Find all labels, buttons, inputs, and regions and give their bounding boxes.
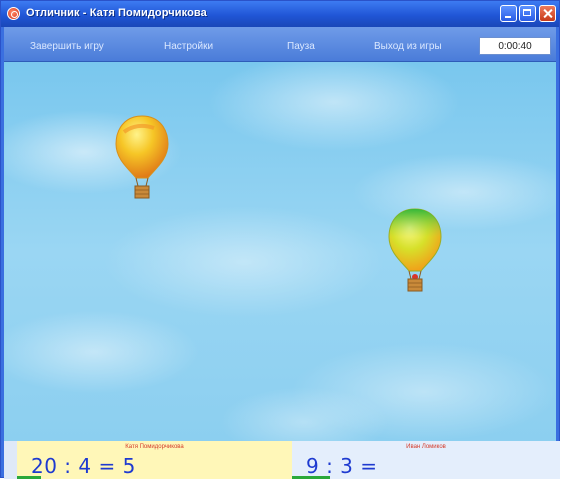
panel-left-strip (4, 441, 17, 479)
player-panel-1: Катя Помидорчикова 20 : 4 = 5 (17, 441, 292, 479)
player-expression: 20 : 4 = 5 (31, 454, 136, 478)
app-icon (7, 7, 20, 20)
green-balloon[interactable] (387, 207, 443, 299)
title-bar[interactable]: Отличник - Катя Помидорчикова (1, 1, 559, 27)
exit-game-button[interactable]: Выход из игры (374, 41, 442, 52)
score-panel: Катя Помидорчикова 20 : 4 = 5 Иван Ломик… (4, 441, 560, 479)
player-name: Катя Помидорчикова (125, 444, 184, 450)
maximize-button[interactable] (519, 5, 536, 22)
minimize-button[interactable] (500, 5, 517, 22)
player-panel-2: Иван Ломиков 9 : 3 = (292, 441, 560, 479)
player-name: Иван Ломиков (406, 444, 446, 450)
player-expression: 9 : 3 = (306, 454, 378, 478)
menu-bar: Завершить игру Настройки Пауза Выход из … (4, 27, 556, 62)
game-window: Отличник - Катя Помидорчикова Завершить … (0, 0, 560, 479)
close-button[interactable] (539, 5, 556, 22)
orange-balloon[interactable] (114, 114, 170, 206)
pause-button[interactable]: Пауза (287, 41, 315, 52)
game-field (4, 62, 556, 441)
window-title: Отличник - Катя Помидорчикова (26, 7, 207, 19)
settings-button[interactable]: Настройки (164, 41, 213, 52)
finish-game-button[interactable]: Завершить игру (30, 41, 104, 52)
game-timer: 0:00:40 (479, 37, 551, 55)
